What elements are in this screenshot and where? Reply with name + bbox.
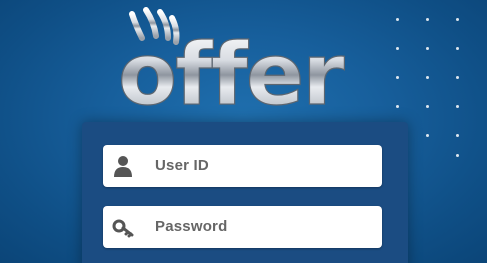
key-icon <box>112 215 134 239</box>
logo-wordmark: offer <box>118 25 345 114</box>
offer-logo: offer <box>118 4 368 114</box>
password-placeholder: Password <box>155 218 228 235</box>
user-id-placeholder: User ID <box>155 157 209 174</box>
password-field[interactable]: Password <box>103 206 382 248</box>
user-id-field[interactable]: User ID <box>103 145 382 187</box>
login-panel: User ID Password <box>82 122 408 263</box>
user-icon <box>112 154 134 178</box>
